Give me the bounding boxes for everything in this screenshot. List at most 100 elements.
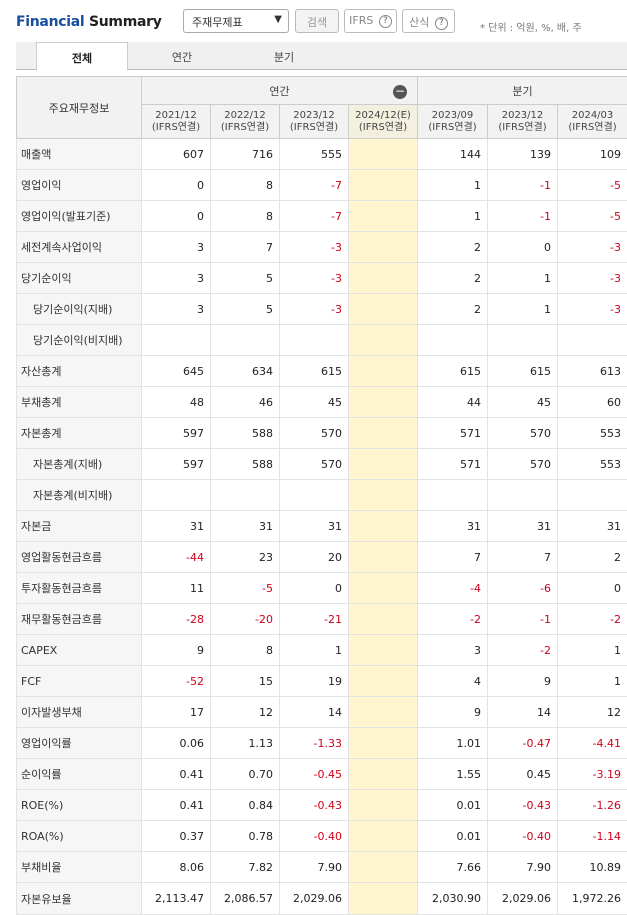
table-cell: 0.84: [210, 789, 280, 821]
table-row: FCF -52 15 19 4 9 1: [16, 665, 627, 697]
column-basis: (IFRS연결): [498, 121, 547, 133]
table-row: 영업이익(발표기준) 0 8 -7 1 -1 -5: [16, 200, 627, 232]
table-row: 영업이익 0 8 -7 1 -1 -5: [16, 169, 627, 201]
table-cell: [348, 355, 418, 387]
table-cell: 7: [487, 541, 558, 573]
table-cell: 1,972.26: [556, 882, 627, 915]
table-cell: -3: [279, 262, 349, 294]
table-cell: 553: [556, 417, 627, 449]
table-cell: 0.06: [141, 727, 211, 759]
table-row: 자본유보율 2,113.47 2,086.57 2,029.06 2,030.90 2,0…: [16, 882, 627, 915]
row-label: 투자활동현금흐름: [16, 572, 142, 604]
table-cell: -1: [487, 603, 558, 635]
table-row: 재무활동현금흐름 -28 -20 -21 -2 -1 -2: [16, 603, 627, 635]
table-row: 자본총계(지배) 597 588 570 571 570 553: [16, 448, 627, 480]
table-cell: 10.89: [556, 851, 627, 883]
table-cell: 11: [141, 572, 211, 604]
row-label: 당기순이익(지배): [16, 293, 142, 325]
table-cell: [348, 262, 418, 294]
table-cell: 8: [210, 200, 280, 232]
table-cell: 1: [487, 293, 558, 325]
ifrs-help-button[interactable]: IFRS ?: [344, 9, 397, 33]
table-cell: 31: [556, 510, 627, 542]
table-cell: 1: [487, 262, 558, 294]
table-cell: [348, 417, 418, 449]
table-cell: [141, 324, 211, 356]
table-cell: 3: [141, 262, 211, 294]
row-label: 자본총계: [16, 417, 142, 449]
tab-quarterly[interactable]: 분기: [236, 42, 332, 70]
table-cell: [210, 479, 280, 511]
page-title: Financial Summary: [16, 14, 162, 30]
table-cell: 20: [279, 541, 349, 573]
table-cell: 2: [417, 293, 488, 325]
annual-group-label: 연간: [269, 84, 290, 98]
table-cell: [417, 324, 488, 356]
table-cell: 46: [210, 386, 280, 418]
table-cell: 60: [556, 386, 627, 418]
row-label: 부채총계: [16, 386, 142, 418]
table-cell: 9: [141, 634, 211, 666]
table-cell: [348, 231, 418, 263]
search-button[interactable]: 검색: [295, 9, 339, 33]
table-cell: [348, 293, 418, 325]
row-label: 당기순이익: [16, 262, 142, 294]
table-row: 자산총계 645 634 615 615 615 613: [16, 355, 627, 387]
table-cell: 615: [417, 355, 488, 387]
table-cell: [348, 572, 418, 604]
table-cell: 1: [279, 634, 349, 666]
table-cell: 23: [210, 541, 280, 573]
row-label: 자산총계: [16, 355, 142, 387]
question-circle-icon: ?: [434, 16, 448, 30]
table-row: ROA(%) 0.37 0.78 -0.40 0.01 -0.40 -1.14: [16, 820, 627, 852]
table-cell: 2: [417, 231, 488, 263]
table-cell: 8: [210, 169, 280, 201]
tab-annual[interactable]: 연간: [134, 42, 230, 70]
table-cell: 0.01: [417, 789, 488, 821]
row-label: 세전계속사업이익: [16, 231, 142, 263]
table-cell: [556, 479, 627, 511]
column-period: 2022/12: [224, 109, 266, 121]
row-label: ROE(%): [16, 789, 142, 821]
table-row: 자본금 31 31 31 31 31 31: [16, 510, 627, 542]
column-period: 2023/12: [293, 109, 335, 121]
column-basis: (IFRS연결): [151, 121, 201, 133]
table-cell: -0.45: [279, 758, 349, 790]
table-body: 매출액 607 716 555 144 139 109 영업이익 0 8 -7 1 -1 -5 영업이익(발…: [16, 138, 627, 915]
table-cell: 0.01: [417, 820, 488, 852]
table-row: 부채비율 8.06 7.82 7.90 7.66 7.90 10.89: [16, 851, 627, 883]
table-cell: -7: [279, 200, 349, 232]
table-cell: 1: [556, 665, 627, 697]
table-cell: [348, 324, 418, 356]
table-cell: 14: [487, 696, 558, 728]
table-cell: 0.41: [141, 789, 211, 821]
table-cell: 31: [141, 510, 211, 542]
table-cell: [348, 138, 418, 170]
table-cell: [279, 324, 349, 356]
table-row: 투자활동현금흐름 11 -5 0 -4 -6 0: [16, 572, 627, 604]
minus-circle-icon[interactable]: −: [393, 85, 407, 99]
table-cell: 15: [210, 665, 280, 697]
column-header: 2023/09 (IFRS연결): [417, 104, 488, 139]
table-cell: 1.01: [417, 727, 488, 759]
table-cell: -3: [279, 293, 349, 325]
column-header: 2023/12 (IFRS연결): [279, 104, 349, 139]
table-cell: 1: [417, 169, 488, 201]
table-cell: 1: [417, 200, 488, 232]
table-cell: -6: [487, 572, 558, 604]
table-cell: 4: [417, 665, 488, 697]
formula-help-button[interactable]: 산식 ?: [402, 9, 455, 33]
table-cell: -1: [487, 200, 558, 232]
table-cell: 570: [279, 448, 349, 480]
table-cell: 588: [210, 448, 280, 480]
statement-type-select[interactable]: 주재무제표 ▼: [183, 9, 289, 33]
table-cell: 139: [487, 138, 558, 170]
table-cell: 553: [556, 448, 627, 480]
tab-all[interactable]: 전체: [36, 42, 128, 71]
table-cell: 2,030.90: [417, 882, 488, 915]
table-cell: [348, 758, 418, 790]
row-label: 순이익률: [16, 758, 142, 790]
column-basis: (IFRS연결): [220, 121, 270, 133]
table-cell: 2,029.06: [487, 882, 558, 915]
column-basis: (IFRS연결): [428, 121, 477, 133]
